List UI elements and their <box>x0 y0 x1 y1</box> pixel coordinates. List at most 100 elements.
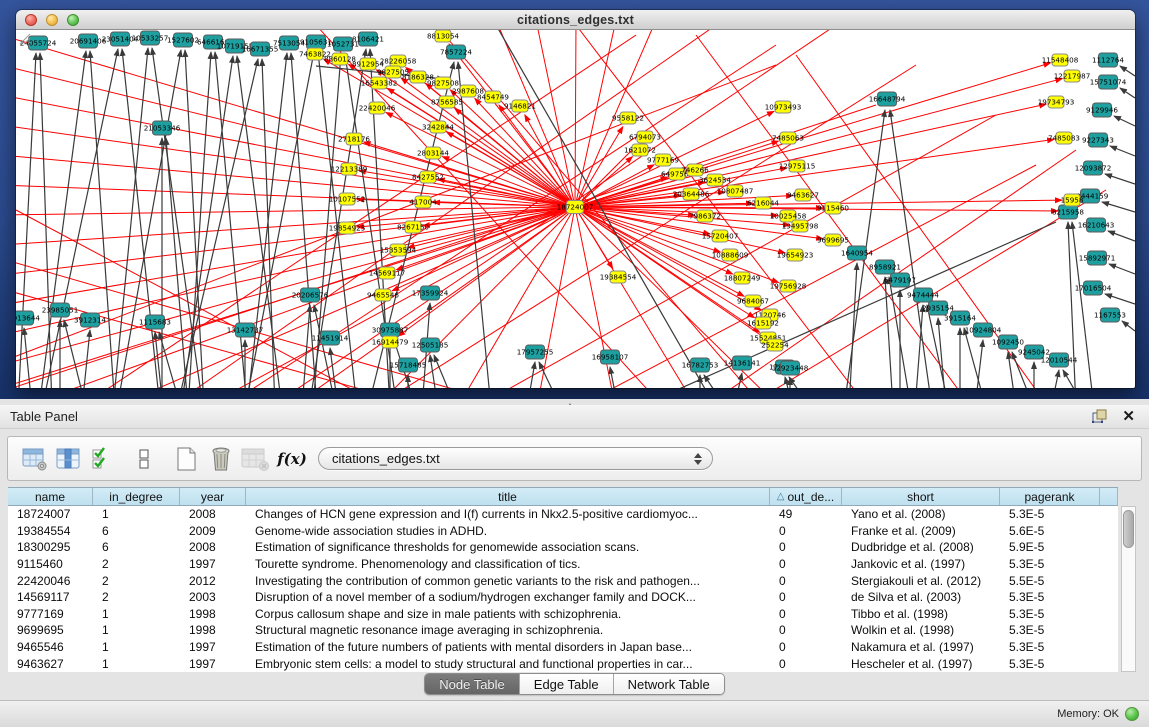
cell-short[interactable]: Wolkin et al. (1998) <box>842 623 1000 637</box>
cell-in_degree[interactable]: 1 <box>93 657 180 671</box>
cell-pagerank[interactable]: 5.3E-5 <box>1000 607 1100 621</box>
function-builder-icon[interactable]: f(x) <box>274 450 310 468</box>
column-header-year[interactable]: year <box>180 488 246 505</box>
cell-short[interactable]: Hescheler et al. (1997) <box>842 657 1000 671</box>
cell-short[interactable]: Nakamura et al. (1997) <box>842 640 1000 654</box>
table-row[interactable]: 1872400712008Changes of HCN gene express… <box>8 506 1118 523</box>
merge-rows-icon[interactable] <box>130 444 160 474</box>
cell-year[interactable]: 1997 <box>180 557 246 571</box>
cell-in_degree[interactable]: 6 <box>93 540 180 554</box>
column-select-icon[interactable] <box>54 444 84 474</box>
cell-year[interactable]: 2012 <box>180 574 246 588</box>
cell-name[interactable]: 14569117 <box>8 590 93 604</box>
tab-edge-table[interactable]: Edge Table <box>520 674 614 694</box>
table-selector-dropdown[interactable]: citations_edges.txt <box>318 447 713 470</box>
column-header-filler[interactable] <box>1100 488 1118 505</box>
cell-year[interactable]: 1998 <box>180 607 246 621</box>
column-header-name[interactable]: name <box>8 488 93 505</box>
cell-pagerank[interactable]: 5.3E-5 <box>1000 623 1100 637</box>
cell-in_degree[interactable]: 2 <box>93 557 180 571</box>
table-row[interactable]: 2242004622012Investigating the contribut… <box>8 572 1118 589</box>
cell-title[interactable]: Genome-wide association studies in ADHD. <box>246 524 770 538</box>
cell-year[interactable]: 2008 <box>180 507 246 521</box>
close-window-button[interactable] <box>25 14 37 26</box>
cell-out_degree[interactable]: 0 <box>770 540 842 554</box>
tab-network-table[interactable]: Network Table <box>614 674 724 694</box>
table-row[interactable]: 911546021997Tourette syndrome. Phenomeno… <box>8 556 1118 573</box>
cell-out_degree[interactable]: 0 <box>770 574 842 588</box>
table-row[interactable]: 1830029562008Estimation of significance … <box>8 539 1118 556</box>
cell-short[interactable]: Jankovic et al. (1997) <box>842 557 1000 571</box>
table-row[interactable]: 1456911722003Disruption of a novel membe… <box>8 589 1118 606</box>
cell-year[interactable]: 2009 <box>180 524 246 538</box>
float-panel-icon[interactable] <box>1092 409 1108 424</box>
cell-in_degree[interactable]: 1 <box>93 623 180 637</box>
cell-short[interactable]: Dudbridge et al. (2008) <box>842 540 1000 554</box>
column-header-pagerank[interactable]: pagerank <box>1000 488 1100 505</box>
cell-title[interactable]: Changes of HCN gene expression and I(f) … <box>246 507 770 521</box>
cell-name[interactable]: 9115460 <box>8 557 93 571</box>
cell-title[interactable]: Disruption of a novel member of a sodium… <box>246 590 770 604</box>
cell-name[interactable]: 9777169 <box>8 607 93 621</box>
cell-year[interactable]: 1997 <box>180 640 246 654</box>
cell-year[interactable]: 2008 <box>180 540 246 554</box>
cell-in_degree[interactable]: 1 <box>93 607 180 621</box>
network-window-titlebar[interactable]: citations_edges.txt <box>16 10 1135 30</box>
cell-title[interactable]: Tourette syndrome. Phenomenology and cla… <box>246 557 770 571</box>
cell-in_degree[interactable]: 6 <box>93 524 180 538</box>
cell-out_degree[interactable]: 0 <box>770 640 842 654</box>
table-scrollbar[interactable] <box>1121 506 1136 672</box>
close-panel-icon[interactable]: ✕ <box>1122 409 1135 424</box>
table-row[interactable]: 946554611997Estimation of the future num… <box>8 639 1118 656</box>
cell-name[interactable]: 22420046 <box>8 574 93 588</box>
table-scrollbar-thumb[interactable] <box>1123 510 1134 548</box>
cell-pagerank[interactable]: 5.6E-5 <box>1000 524 1100 538</box>
cell-title[interactable]: Structural magnetic resonance image aver… <box>246 623 770 637</box>
cell-year[interactable]: 1997 <box>180 657 246 671</box>
cell-out_degree[interactable]: 0 <box>770 623 842 637</box>
cell-out_degree[interactable]: 0 <box>770 557 842 571</box>
column-header-in_degree[interactable]: in_degree <box>93 488 180 505</box>
cell-short[interactable]: Tibbo et al. (1998) <box>842 607 1000 621</box>
new-document-icon[interactable] <box>172 444 202 474</box>
cell-pagerank[interactable]: 5.3E-5 <box>1000 507 1100 521</box>
cell-name[interactable]: 9463627 <box>8 657 93 671</box>
minimize-window-button[interactable] <box>46 14 58 26</box>
table-row[interactable]: 977716911998Corpus callosum shape and si… <box>8 606 1118 623</box>
cell-in_degree[interactable]: 1 <box>93 507 180 521</box>
window-resize-grip[interactable] <box>16 30 31 45</box>
cell-pagerank[interactable]: 5.5E-5 <box>1000 574 1100 588</box>
cell-title[interactable]: Embryonic stem cells: a model to study s… <box>246 657 770 671</box>
network-canvas[interactable]: 2405572420691406230514041053325715276026… <box>16 30 1135 388</box>
column-header-out_degree[interactable]: △out_de... <box>770 488 842 505</box>
table-row[interactable]: 1938455462009Genome-wide association stu… <box>8 523 1118 540</box>
cell-pagerank[interactable]: 5.3E-5 <box>1000 590 1100 604</box>
cell-short[interactable]: Franke et al. (2009) <box>842 524 1000 538</box>
cell-in_degree[interactable]: 2 <box>93 590 180 604</box>
cell-name[interactable]: 9699695 <box>8 623 93 637</box>
table-row[interactable]: 946362711997Embryonic stem cells: a mode… <box>8 655 1118 672</box>
cell-out_degree[interactable]: 0 <box>770 524 842 538</box>
cell-pagerank[interactable]: 5.3E-5 <box>1000 657 1100 671</box>
cell-name[interactable]: 18300295 <box>8 540 93 554</box>
cell-short[interactable]: Stergiakouli et al. (2012) <box>842 574 1000 588</box>
cell-title[interactable]: Estimation of significance thresholds fo… <box>246 540 770 554</box>
cell-out_degree[interactable]: 49 <box>770 507 842 521</box>
tab-node-table[interactable]: Node Table <box>425 674 520 694</box>
cell-short[interactable]: de Silva et al. (2003) <box>842 590 1000 604</box>
cell-in_degree[interactable]: 2 <box>93 574 180 588</box>
cell-year[interactable]: 1998 <box>180 623 246 637</box>
zoom-window-button[interactable] <box>67 14 79 26</box>
cell-pagerank[interactable]: 5.3E-5 <box>1000 557 1100 571</box>
cell-name[interactable]: 9465546 <box>8 640 93 654</box>
cell-out_degree[interactable]: 0 <box>770 590 842 604</box>
cell-name[interactable]: 18724007 <box>8 507 93 521</box>
cell-pagerank[interactable]: 5.3E-5 <box>1000 640 1100 654</box>
cell-out_degree[interactable]: 0 <box>770 607 842 621</box>
cell-name[interactable]: 19384554 <box>8 524 93 538</box>
cell-pagerank[interactable]: 5.9E-5 <box>1000 540 1100 554</box>
row-select-icon[interactable] <box>88 444 118 474</box>
column-header-short[interactable]: short <box>842 488 1000 505</box>
cell-title[interactable]: Investigating the contribution of common… <box>246 574 770 588</box>
cell-in_degree[interactable]: 1 <box>93 640 180 654</box>
